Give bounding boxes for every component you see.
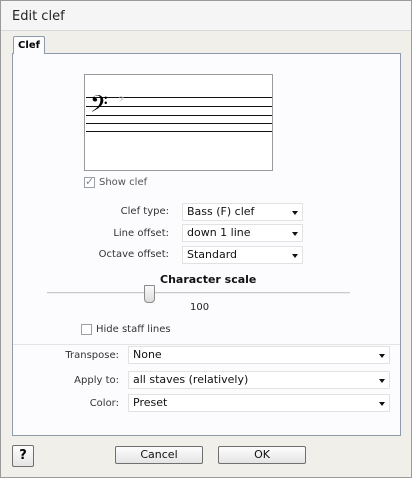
clef-type-label: Clef type: [120, 206, 169, 217]
line-offset-value: down 1 line [187, 226, 251, 239]
chevron-down-icon [379, 402, 385, 406]
apply-to-value: all staves (relatively) [133, 373, 249, 386]
cancel-button[interactable]: Cancel [115, 446, 203, 464]
transpose-select[interactable]: None [128, 346, 390, 364]
octave-offset-value: Standard [187, 248, 238, 261]
staff-line [86, 97, 272, 98]
apply-to-label: Apply to: [74, 375, 119, 386]
line-offset-select[interactable]: down 1 line [182, 224, 303, 242]
edit-clef-dialog: Edit clef Clef 𝄢 𝄢 Show clef Clef type: … [0, 0, 412, 478]
clef-panel: 𝄢 𝄢 Show clef Clef type: Bass (F) clef L… [12, 53, 401, 436]
chevron-down-icon [292, 254, 298, 258]
clef-type-value: Bass (F) clef [187, 205, 255, 218]
ghost-clef-icon: 𝄢 [118, 96, 125, 107]
chevron-down-icon [292, 232, 298, 236]
character-scale-heading: Character scale [160, 273, 257, 286]
chevron-down-icon [379, 379, 385, 383]
clef-type-select[interactable]: Bass (F) clef [182, 203, 303, 221]
show-clef-checkbox[interactable] [84, 175, 95, 188]
dialog-title: Edit clef [12, 9, 65, 24]
transpose-label: Transpose: [65, 350, 119, 361]
tab-clef[interactable]: Clef [13, 36, 45, 54]
character-scale-track[interactable] [47, 292, 350, 294]
octave-offset-label: Octave offset: [98, 249, 169, 260]
section-divider [13, 344, 400, 345]
help-icon: ? [19, 448, 27, 463]
staff-line [86, 131, 272, 132]
chevron-down-icon [292, 211, 298, 215]
color-select[interactable]: Preset [128, 394, 390, 412]
color-value: Preset [133, 396, 168, 409]
staff-line [86, 115, 272, 116]
character-scale-slider[interactable] [144, 285, 155, 303]
staff-line [86, 123, 272, 124]
hide-staff-lines-checkbox[interactable] [81, 324, 92, 335]
line-offset-label: Line offset: [113, 228, 169, 239]
chevron-down-icon [379, 354, 385, 358]
staff-line [86, 106, 272, 107]
ok-button[interactable]: OK [218, 446, 306, 464]
hide-staff-lines-label: Hide staff lines [96, 324, 171, 335]
apply-to-select[interactable]: all staves (relatively) [128, 371, 390, 389]
show-clef-label: Show clef [99, 177, 148, 188]
clef-preview: 𝄢 𝄢 [84, 74, 273, 171]
title-bar: Edit clef [1, 1, 411, 31]
transpose-value: None [133, 348, 162, 361]
character-scale-value: 100 [190, 302, 210, 313]
bass-clef-icon: 𝄢 [90, 90, 109, 123]
octave-offset-select[interactable]: Standard [182, 246, 303, 264]
help-button[interactable]: ? [12, 445, 34, 467]
color-label: Color: [89, 398, 119, 409]
